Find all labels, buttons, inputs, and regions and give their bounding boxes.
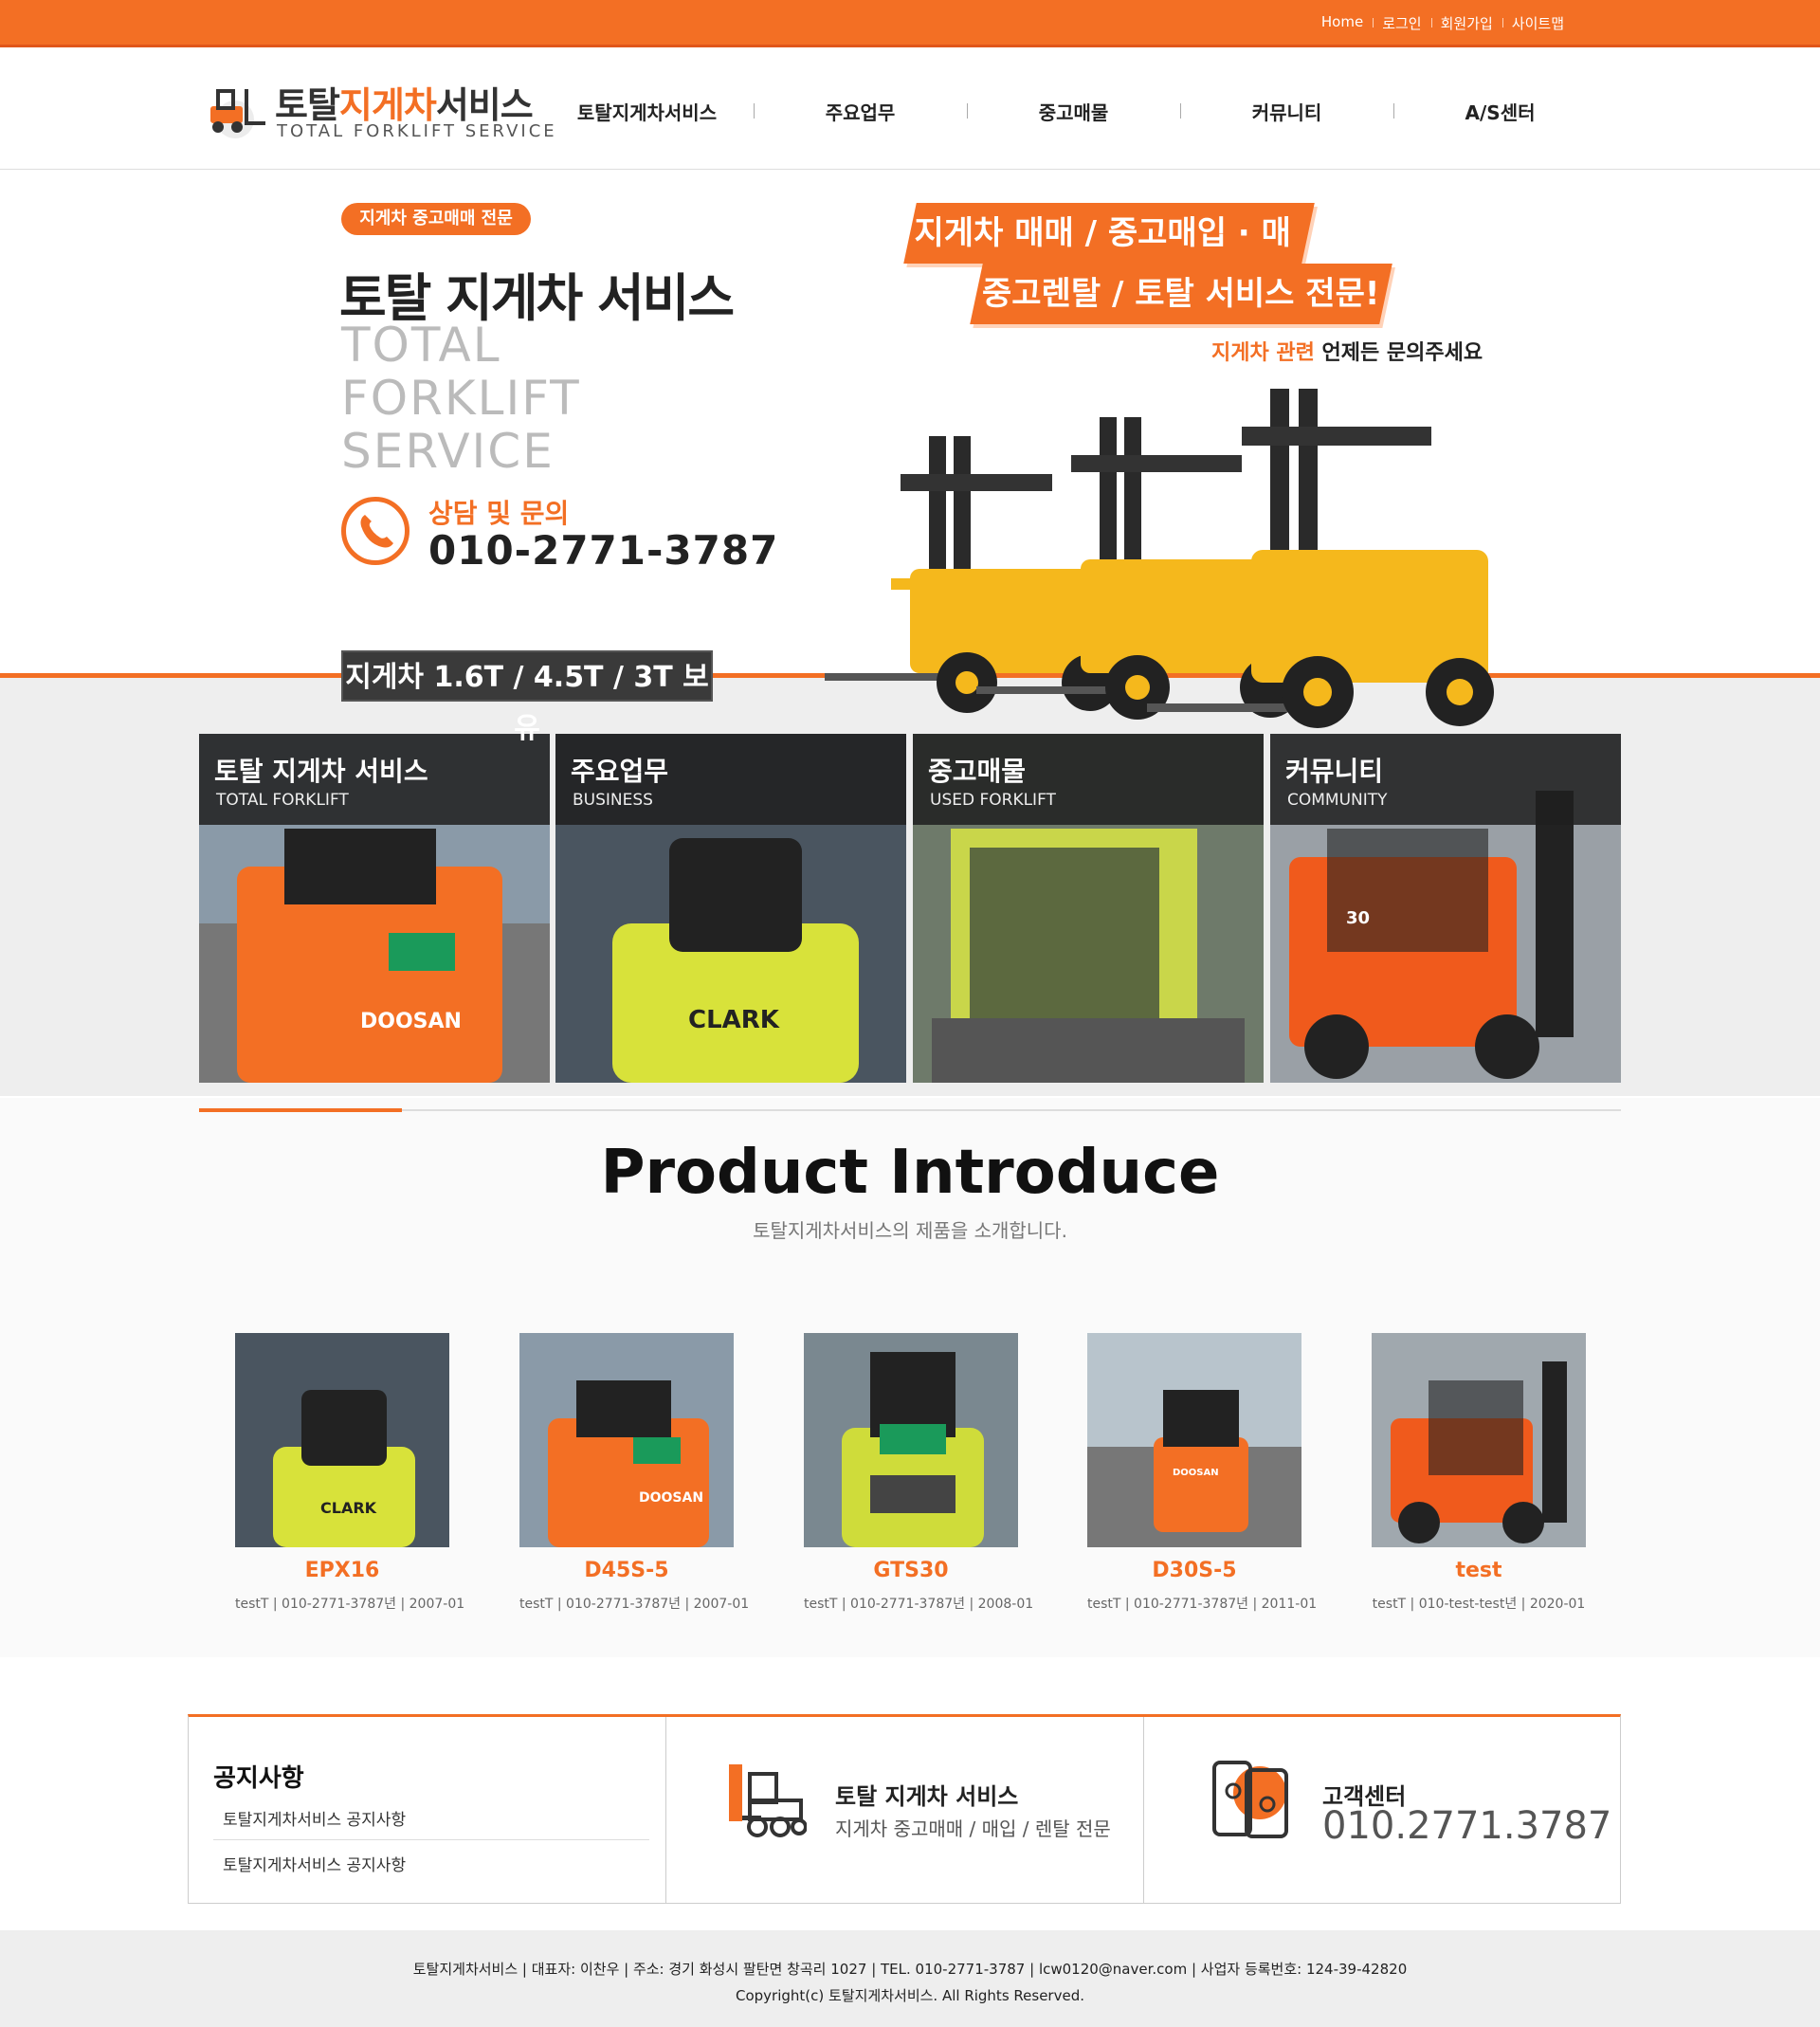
footer-company-info: 토탈지게차서비스 | 대표자: 이찬우 | 주소: 경기 화성시 팔탄면 창곡리… bbox=[412, 1961, 1408, 1978]
notice-title[interactable]: 공지사항 bbox=[213, 1759, 304, 1794]
svg-text:30: 30 bbox=[1346, 908, 1370, 928]
forklift-logo-icon bbox=[210, 89, 265, 138]
owned-forklifts-label: 지게차 1.6T / 4.5T / 3T 보유 bbox=[341, 650, 713, 745]
top-links: Home 로그인 회원가입 사이트맵 bbox=[1312, 13, 1574, 33]
product-card[interactable]: DOOSAN D45S-5 testT | 010-2771-3787년 | 2… bbox=[519, 1333, 750, 1613]
product-image[interactable]: DOOSAN bbox=[519, 1333, 734, 1547]
sitemap-link[interactable]: 사이트맵 bbox=[1502, 13, 1574, 33]
logo-subtitle: TOTAL FORKLIFT SERVICE bbox=[277, 121, 557, 141]
notice-item[interactable]: 토탈지게차서비스 공지사항 bbox=[213, 1806, 649, 1840]
product-meta: testT | 010-2771-3787년 | 2007-01 bbox=[519, 1597, 750, 1612]
nav-item-as-center[interactable]: A/S센터 bbox=[1393, 98, 1607, 126]
phone-icon bbox=[341, 497, 410, 565]
nav-item-company[interactable]: 토탈지게차서비스 bbox=[540, 98, 754, 126]
tile-subtitle: TOTAL FORKLIFT bbox=[216, 791, 349, 810]
product-meta: testT | 010-2771-3787년 | 2008-01 bbox=[804, 1597, 1034, 1612]
section-rule bbox=[199, 1109, 1621, 1111]
logo[interactable]: 토탈지게차서비스 TOTAL FORKLIFT SERVICE bbox=[203, 76, 557, 142]
product-meta: testT | 010-test-test년 | 2020-01 bbox=[1372, 1597, 1586, 1612]
svg-text:DOOSAN: DOOSAN bbox=[1173, 1468, 1219, 1478]
tile-community[interactable]: 30 커뮤니티 COMMUNITY bbox=[1270, 734, 1621, 1083]
tile-company[interactable]: DOOSAN 토탈 지게차 서비스 TOTAL FORKLIFT bbox=[199, 734, 550, 1083]
product-image[interactable]: DOOSAN bbox=[1087, 1333, 1301, 1547]
home-link[interactable]: Home bbox=[1312, 13, 1373, 33]
tile-subtitle: BUSINESS bbox=[573, 791, 653, 810]
forklifts-illustration bbox=[825, 389, 1494, 728]
product-meta: testT | 010-2771-3787년 | 2011-01 bbox=[1087, 1597, 1318, 1612]
product-card[interactable]: test testT | 010-test-test년 | 2020-01 bbox=[1372, 1333, 1586, 1613]
info-boxes: 공지사항 토탈지게차서비스 공지사항 토탈지게차서비스 공지사항 토탈 지게차 … bbox=[188, 1714, 1621, 1904]
product-card[interactable]: DOOSAN D30S-5 testT | 010-2771-3787년 | 2… bbox=[1087, 1333, 1318, 1613]
service-title: 토탈 지게차 서비스 bbox=[835, 1783, 1019, 1810]
customer-service-icon bbox=[1212, 1761, 1288, 1838]
section-rule-accent bbox=[199, 1108, 402, 1112]
svg-text:DOOSAN: DOOSAN bbox=[360, 1010, 462, 1033]
logo-title: 토탈지게차서비스 bbox=[275, 84, 534, 126]
contact-label: 상담 및 문의 bbox=[428, 498, 570, 529]
hero-title-en: TOTAL FORKLIFT SERVICE bbox=[341, 318, 581, 479]
slogan-line-2: 중고렌탈 / 토탈 서비스 전문! bbox=[970, 264, 1392, 324]
signup-link[interactable]: 회원가입 bbox=[1430, 13, 1502, 33]
tile-subtitle: USED FORKLIFT bbox=[930, 791, 1056, 810]
product-image[interactable]: CLARK bbox=[235, 1333, 449, 1547]
service-subtitle: 지게차 중고매매 / 매입 / 렌탈 전문 bbox=[835, 1817, 1111, 1840]
footer-copyright: Copyright(c) 토탈지게차서비스. All Rights Reserv… bbox=[736, 1987, 1084, 2004]
contact-number[interactable]: 010-2771-3787 bbox=[428, 527, 778, 574]
top-bar: Home 로그인 회원가입 사이트맵 bbox=[0, 0, 1820, 47]
products-subtitle: 토탈지게차서비스의 제품을 소개합니다. bbox=[753, 1219, 1067, 1242]
tile-business[interactable]: CLARK 주요업무 BUSINESS bbox=[555, 734, 906, 1083]
customer-center-number[interactable]: 010.2771.3787 bbox=[1322, 1804, 1611, 1848]
product-name[interactable]: D45S-5 bbox=[519, 1559, 734, 1582]
customer-center-box: 고객센터 010.2771.3787 bbox=[1144, 1717, 1622, 1904]
nav-item-community[interactable]: 커뮤니티 bbox=[1180, 98, 1393, 126]
product-card[interactable]: GTS30 testT | 010-2771-3787년 | 2008-01 bbox=[804, 1333, 1034, 1613]
notice-item[interactable]: 토탈지게차서비스 공지사항 bbox=[213, 1852, 649, 1875]
login-link[interactable]: 로그인 bbox=[1373, 13, 1430, 33]
svg-text:CLARK: CLARK bbox=[320, 1499, 377, 1517]
product-name[interactable]: EPX16 bbox=[235, 1559, 449, 1582]
notice-box: 공지사항 토탈지게차서비스 공지사항 토탈지게차서비스 공지사항 bbox=[189, 1717, 666, 1904]
slogan-line-1: 지게차 매매 / 중고매입 · 매매 bbox=[903, 203, 1315, 313]
hero-badge: 지게차 중고매매 전문 bbox=[341, 203, 531, 235]
tile-title: 중고매물 bbox=[928, 756, 1027, 787]
tile-title: 커뮤니티 bbox=[1285, 756, 1384, 787]
product-name[interactable]: GTS30 bbox=[804, 1559, 1018, 1582]
tile-used[interactable]: 중고매물 USED FORKLIFT bbox=[913, 734, 1264, 1083]
main-nav: 토탈지게차서비스 주요업무 중고매물 커뮤니티 A/S센터 bbox=[540, 98, 1630, 126]
nav-item-used[interactable]: 중고매물 bbox=[967, 98, 1180, 126]
svg-text:CLARK: CLARK bbox=[688, 1006, 780, 1034]
product-image[interactable] bbox=[804, 1333, 1018, 1547]
nav-item-business[interactable]: 주요업무 bbox=[754, 98, 967, 126]
header: 토탈지게차서비스 TOTAL FORKLIFT SERVICE 토탈지게차서비스… bbox=[0, 50, 1820, 170]
svg-text:DOOSAN: DOOSAN bbox=[639, 1490, 703, 1506]
product-image[interactable] bbox=[1372, 1333, 1586, 1547]
footer: 토탈지게차서비스 | 대표자: 이찬우 | 주소: 경기 화성시 팔탄면 창곡리… bbox=[0, 1930, 1820, 2027]
tile-title: 주요업무 bbox=[571, 756, 669, 787]
products-title: Product Introduce bbox=[600, 1138, 1220, 1208]
service-box: 토탈 지게차 서비스 지게차 중고매매 / 매입 / 렌탈 전문 bbox=[666, 1717, 1144, 1904]
product-card[interactable]: CLARK EPX16 testT | 010-2771-3787년 | 200… bbox=[235, 1333, 465, 1613]
product-meta: testT | 010-2771-3787년 | 2007-01 bbox=[235, 1597, 465, 1612]
forklift-icon bbox=[729, 1764, 807, 1837]
product-name[interactable]: test bbox=[1372, 1559, 1586, 1582]
tile-subtitle: COMMUNITY bbox=[1287, 791, 1388, 810]
tile-title: 토탈 지게차 서비스 bbox=[214, 756, 428, 787]
product-name[interactable]: D30S-5 bbox=[1087, 1559, 1301, 1582]
